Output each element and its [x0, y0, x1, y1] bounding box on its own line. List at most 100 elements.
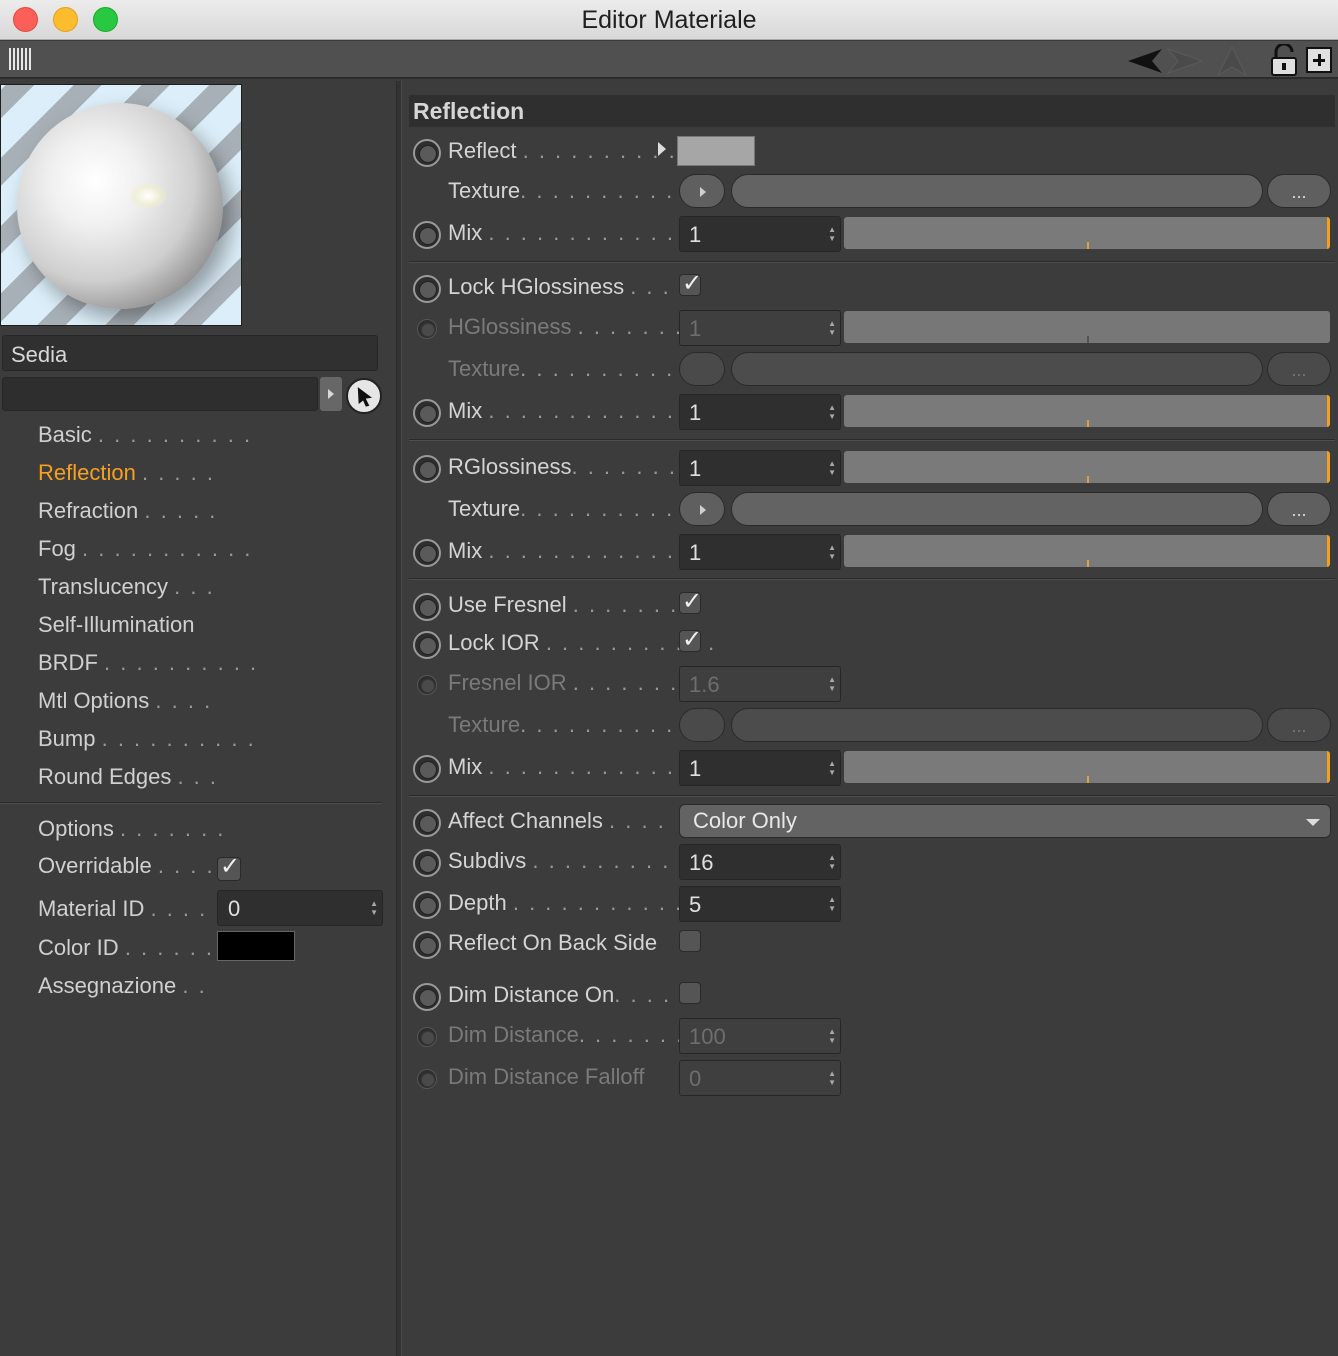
nav-item-label: Basic [38, 422, 92, 447]
backside-row: Reflect On Back Side [403, 926, 1338, 964]
dim-falloff-anim-toggle [417, 1069, 437, 1089]
texture-expand-button[interactable] [679, 492, 725, 526]
subdivs-anim-toggle[interactable] [413, 849, 441, 877]
dim-falloff-stepper: 0 [679, 1060, 841, 1096]
reflect-color-swatch[interactable] [677, 136, 755, 166]
dot-leader: . . . . . . . [577, 314, 684, 339]
dot-leader: . . . [177, 764, 219, 789]
nav-item-translucency[interactable]: Translucency . . . [38, 574, 215, 600]
mix-slider[interactable] [844, 751, 1330, 783]
mix-anim-toggle[interactable] [413, 399, 441, 427]
pick-cursor-icon[interactable] [346, 378, 382, 414]
dot-leader: . . . . . . . . . . . [532, 848, 703, 873]
assign-label: Assegnazione [38, 973, 177, 998]
texture-field [731, 352, 1263, 386]
nav-item-mtl-options[interactable]: Mtl Options . . . . [38, 688, 212, 714]
reflect-texture-row: Texture. . . . . . . . . . . . ... [403, 174, 1338, 212]
fresnel-ior-text: Fresnel IOR [448, 670, 567, 695]
depth-stepper[interactable]: 5 [679, 886, 841, 922]
nav-item-fog[interactable]: Fog . . . . . . . . . . . [38, 536, 252, 562]
rgloss-slider[interactable] [844, 451, 1330, 483]
mix-slider[interactable] [844, 535, 1330, 567]
nav-item-self-illumination[interactable]: Self-Illumination [38, 612, 195, 638]
right-panel: Reflection Reflect . . . . . . . . . . T… [403, 81, 1338, 1356]
dim-on-anim-toggle[interactable] [413, 983, 441, 1011]
nav-item-reflection[interactable]: Reflection . . . . . [38, 460, 215, 486]
texture-expand-button[interactable] [679, 174, 725, 208]
mix-stepper[interactable]: 1 [679, 394, 841, 430]
dim-on-label: Dim Distance On. . . . [448, 982, 671, 1008]
mix-text: Mix [448, 538, 483, 563]
dot-leader: . . . . [609, 808, 666, 833]
texture-field[interactable] [731, 174, 1263, 208]
color-id-text: Color ID [38, 935, 119, 960]
options-item[interactable]: Options . . . . . . . [38, 816, 225, 842]
material-name-field[interactable]: Sedia [2, 335, 378, 371]
dot-leader: . . . . . . . . . . [97, 422, 253, 447]
new-window-icon[interactable] [1306, 47, 1332, 73]
grid-icon[interactable] [9, 48, 33, 70]
expand-arrow-icon[interactable] [658, 142, 666, 156]
nav-item-round-edges[interactable]: Round Edges . . . [38, 764, 218, 790]
forward-arrow-icon[interactable] [1164, 45, 1204, 77]
material-id-stepper[interactable]: 0 [217, 890, 383, 926]
backside-checkbox[interactable] [679, 930, 701, 952]
lock-ior-checkbox[interactable] [679, 625, 702, 653]
overridable-checkbox[interactable] [217, 852, 241, 881]
nav-item-basic[interactable]: Basic . . . . . . . . . . [38, 422, 252, 448]
material-path-field[interactable] [2, 377, 318, 411]
nav-item-brdf[interactable]: BRDF . . . . . . . . . . [38, 650, 258, 676]
mix-anim-toggle[interactable] [413, 221, 441, 249]
nav-item-refraction[interactable]: Refraction . . . . . [38, 498, 217, 524]
hgloss-stepper: 1 [679, 310, 841, 346]
material-preview[interactable] [0, 84, 242, 326]
dot-leader: . . . . . [141, 460, 215, 485]
lock-hgloss-checkbox[interactable] [679, 269, 702, 297]
depth-row: Depth . . . . . . . . . . . . . . 5 [403, 886, 1338, 924]
up-arrow-icon[interactable] [1214, 45, 1250, 77]
texture-field[interactable] [731, 492, 1263, 526]
lock-ior-anim-toggle[interactable] [413, 631, 441, 659]
divider [409, 578, 1335, 580]
hgloss-texture-row: Texture. . . . . . . . . . . . ... [403, 352, 1338, 390]
fresnel-anim-toggle[interactable] [413, 593, 441, 621]
reflect-anim-toggle[interactable] [413, 139, 441, 167]
section-title: Reflection [409, 95, 1335, 127]
path-expand-button[interactable] [320, 377, 342, 411]
depth-anim-toggle[interactable] [413, 891, 441, 919]
subdivs-stepper[interactable]: 16 [679, 844, 841, 880]
unlock-icon[interactable] [1270, 44, 1298, 76]
affect-anim-toggle[interactable] [413, 809, 441, 837]
mix-slider[interactable] [844, 395, 1330, 427]
rgloss-stepper[interactable]: 1 [679, 450, 841, 486]
mix-stepper[interactable]: 1 [679, 534, 841, 570]
backside-anim-toggle[interactable] [413, 931, 441, 959]
dim-distance-label: Dim Distance. . . . . . . [448, 1022, 684, 1048]
hgloss-mix-row: Mix . . . . . . . . . . . . . . . 1 [403, 394, 1338, 432]
subdivs-row: Subdivs . . . . . . . . . . . 16 [403, 844, 1338, 882]
mix-anim-toggle[interactable] [413, 755, 441, 783]
fresnel-row: Use Fresnel . . . . . . . . [403, 587, 1338, 626]
affect-channels-row: Affect Channels . . . . Color Only [403, 804, 1338, 842]
mix-stepper[interactable]: 1 [679, 750, 841, 786]
material-id-row: Material ID . . . . . 0 [0, 890, 390, 928]
mix-stepper[interactable]: 1 [679, 216, 841, 252]
nav-item-bump[interactable]: Bump . . . . . . . . . . [38, 726, 256, 752]
dim-distance-row: Dim Distance. . . . . . . 100 [403, 1018, 1338, 1056]
nav-item-label: BRDF [38, 650, 98, 675]
fresnel-checkbox[interactable] [679, 587, 702, 615]
texture-browse-button[interactable]: ... [1267, 492, 1331, 526]
mix-slider[interactable] [844, 217, 1330, 249]
texture-browse-button[interactable]: ... [1267, 174, 1331, 208]
assign-item[interactable]: Assegnazione . . [38, 973, 207, 999]
mix-anim-toggle[interactable] [413, 539, 441, 567]
panel-splitter[interactable] [396, 81, 402, 1356]
dim-on-checkbox[interactable] [679, 982, 701, 1004]
back-arrow-icon[interactable] [1126, 45, 1166, 77]
lock-hgloss-anim-toggle[interactable] [413, 275, 441, 303]
affect-channels-select[interactable]: Color Only [679, 804, 1331, 838]
color-id-swatch[interactable] [217, 931, 295, 961]
rgloss-anim-toggle[interactable] [413, 455, 441, 483]
nav-item-label: Mtl Options [38, 688, 150, 713]
texture-expand-button [679, 352, 725, 386]
